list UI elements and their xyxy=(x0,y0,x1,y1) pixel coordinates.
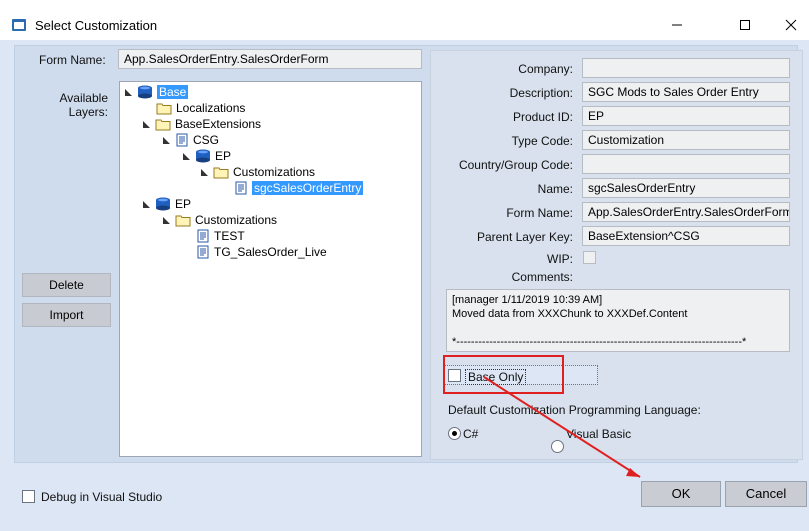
highlight-box xyxy=(443,355,564,394)
annotation-overlay xyxy=(443,355,641,478)
